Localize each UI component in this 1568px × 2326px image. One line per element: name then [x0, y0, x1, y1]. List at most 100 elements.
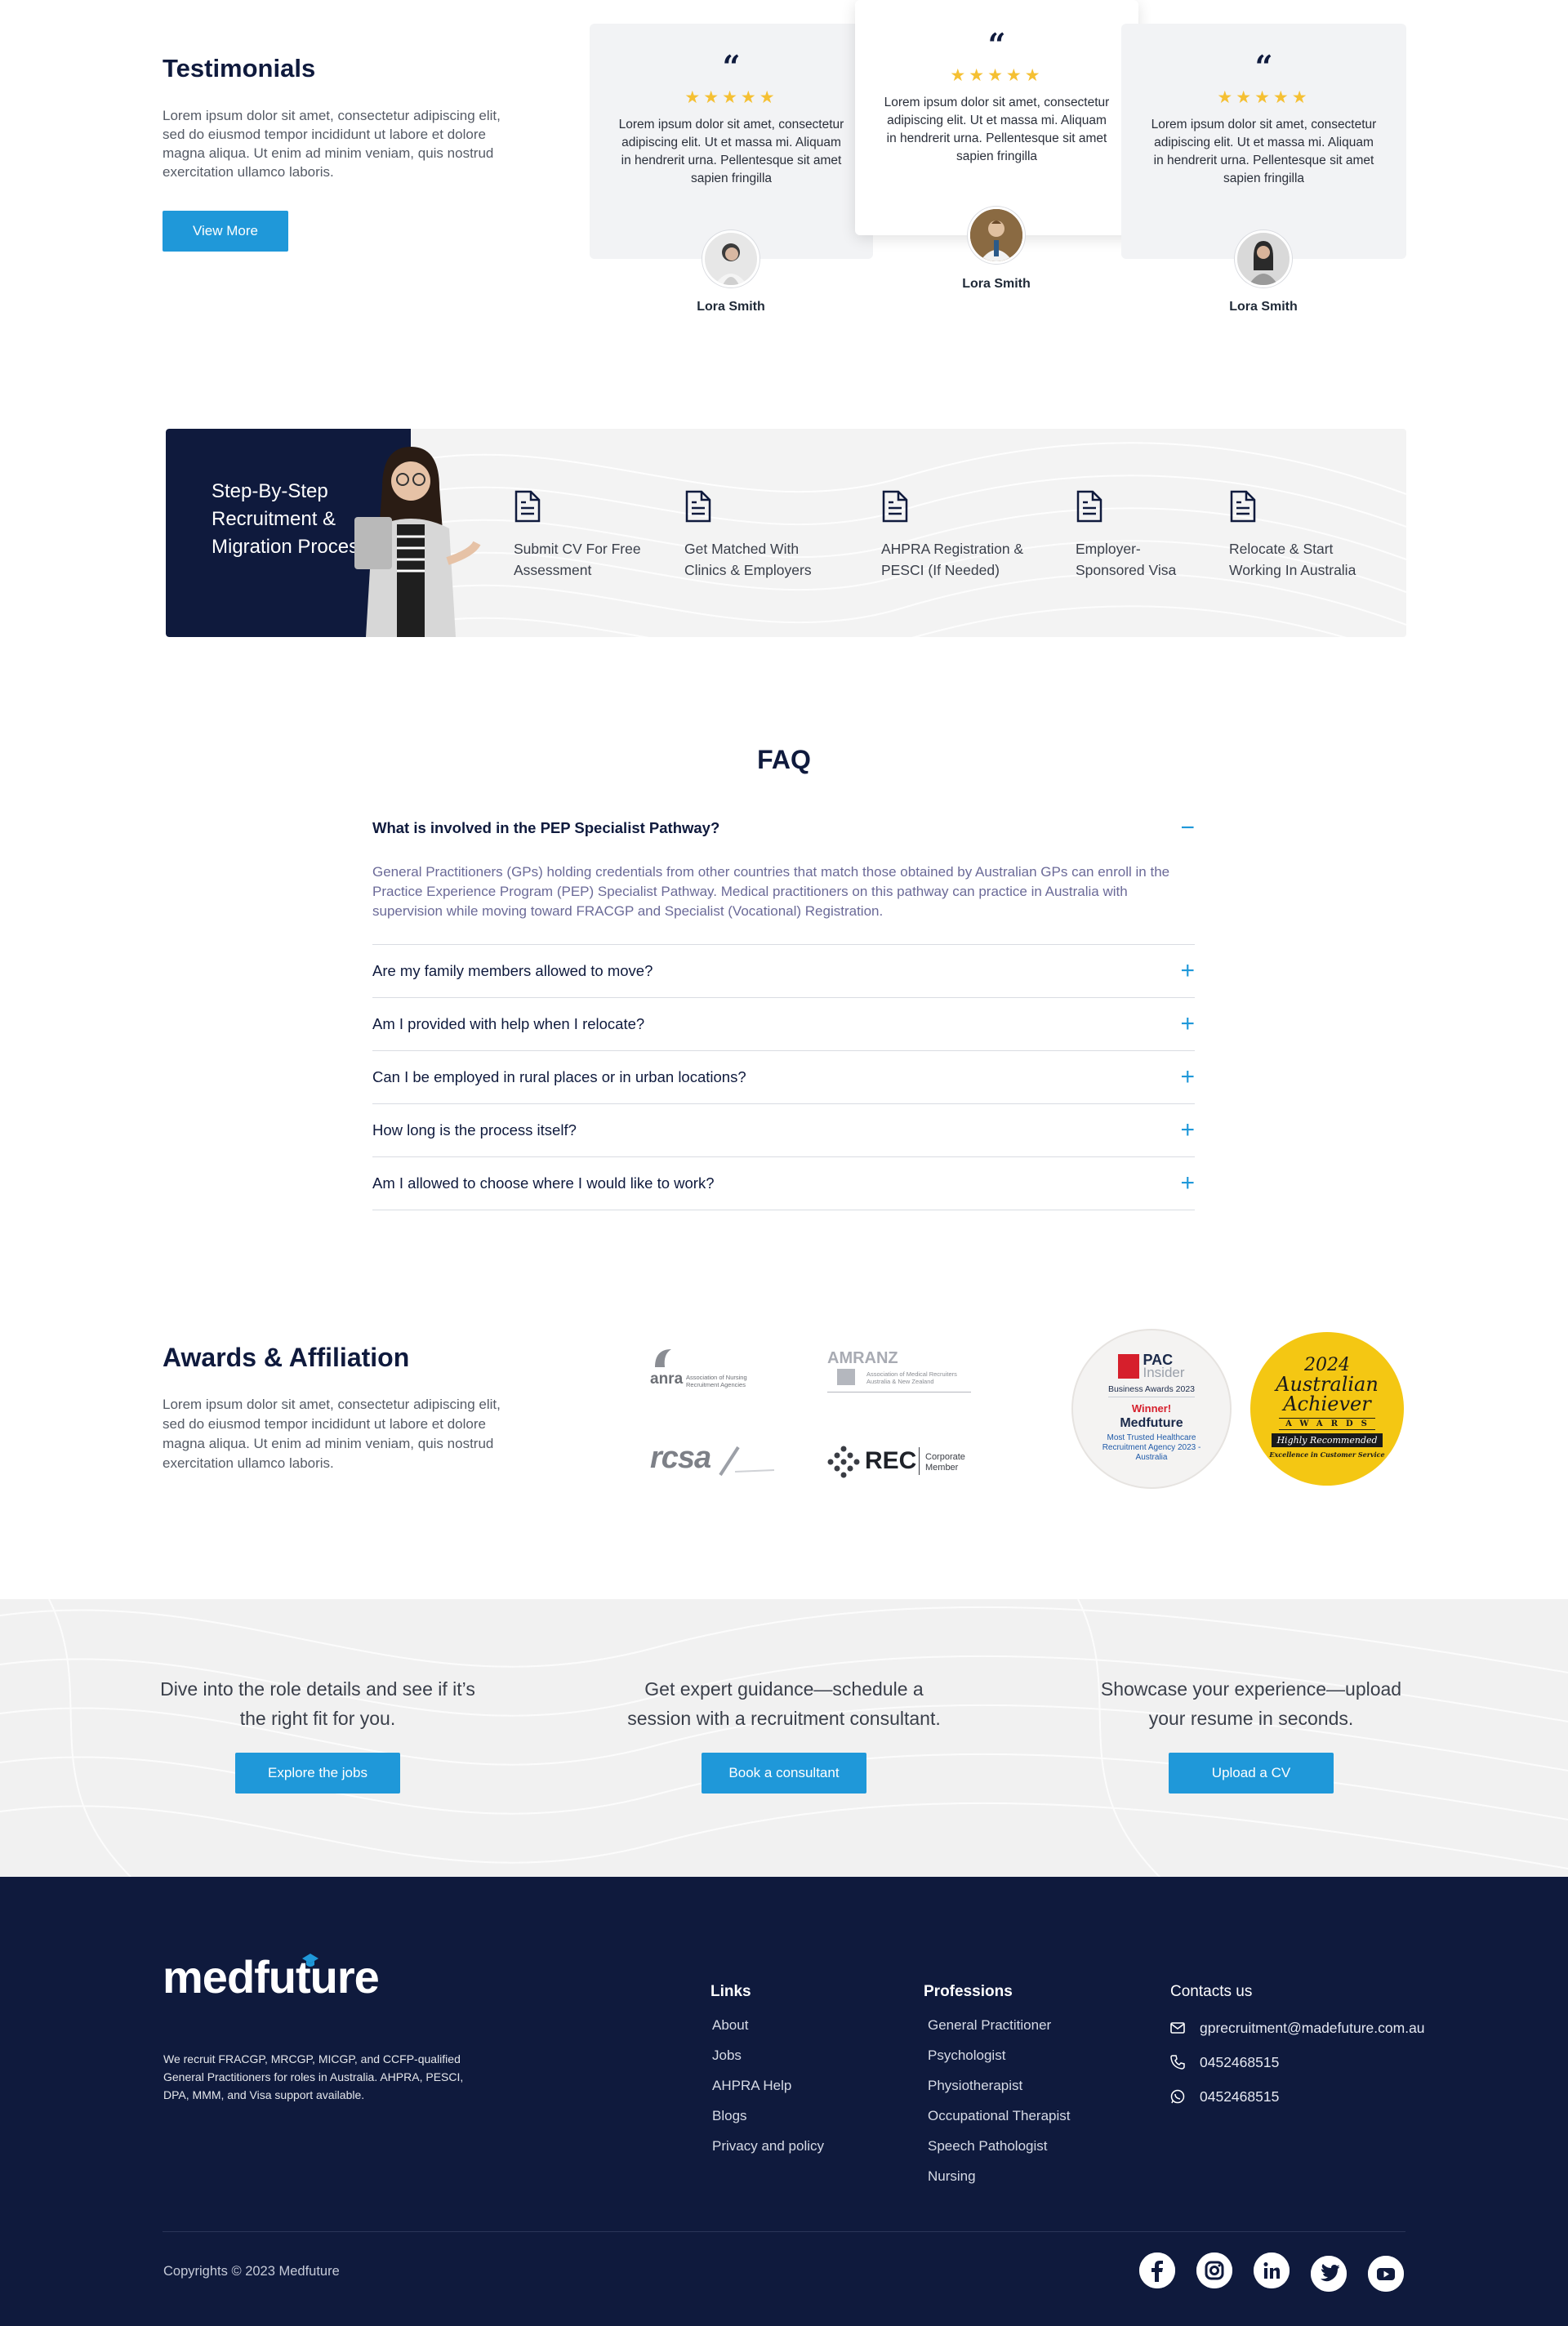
- achiever-footer: Excellence in Customer Service: [1269, 1450, 1385, 1459]
- faq-question[interactable]: What is involved in the PEP Specialist P…: [372, 809, 1195, 848]
- pac-award: Most Trusted Healthcare Recruitment Agen…: [1102, 1433, 1201, 1462]
- faq-item-open: What is involved in the PEP Specialist P…: [372, 809, 1195, 945]
- footer-phone[interactable]: 0452468515: [1170, 2045, 1489, 2079]
- testimonial-text: Lorem ipsum dolor sit amet, consectetur …: [618, 118, 844, 185]
- graduation-cap-icon: [302, 1954, 318, 1967]
- youtube-icon[interactable]: [1368, 2256, 1404, 2292]
- rec-divider: [919, 1447, 920, 1475]
- faq-question-text: What is involved in the PEP Specialist P…: [372, 819, 720, 836]
- achiever-awards: AWARDS: [1279, 1418, 1375, 1430]
- footer-email-text: gprecruitment@madefuture.com.au: [1200, 2019, 1425, 2036]
- faq-question[interactable]: Can I be employed in rural places or in …: [372, 1054, 1195, 1100]
- plus-icon[interactable]: +: [1180, 1012, 1195, 1036]
- process-step: AHPRA Registration & PESCI (If Needed): [881, 490, 1036, 581]
- achiever-recommended: Highly Recommended: [1272, 1433, 1383, 1447]
- footer-profession-link[interactable]: Psychologist: [924, 2048, 1120, 2078]
- footer-link-jobs[interactable]: Jobs: [710, 2048, 874, 2078]
- footer-whatsapp-text: 0452468515: [1200, 2088, 1280, 2105]
- process-step: Get Matched With Clinics & Employers: [684, 490, 840, 581]
- avatar: [968, 207, 1025, 264]
- faq-item[interactable]: Can I be employed in rural places or in …: [372, 1051, 1195, 1104]
- achiever-year: 2024: [1304, 1355, 1350, 1375]
- plus-icon[interactable]: +: [1180, 1171, 1195, 1196]
- medfuture-logo[interactable]: medfuture: [163, 1950, 380, 2003]
- process-step-label: AHPRA Registration & PESCI (If Needed): [881, 541, 1024, 578]
- faq-question-text: Can I be employed in rural places or in …: [372, 1068, 746, 1085]
- testimonial-card-active: “ ★★★★★ Lorem ipsum dolor sit amet, cons…: [855, 0, 1138, 235]
- pac-insider-badge: PAC Insider Business Awards 2023 Winner!…: [1073, 1330, 1230, 1487]
- plus-icon[interactable]: +: [1180, 1065, 1195, 1089]
- faq-item[interactable]: Am I allowed to choose where I would lik…: [372, 1157, 1195, 1210]
- rcsa-swoosh-icon: [719, 1446, 775, 1477]
- faq-item[interactable]: How long is the process itself? +: [372, 1104, 1195, 1157]
- footer-link-about[interactable]: About: [710, 2017, 874, 2048]
- footer-profession-link[interactable]: Speech Pathologist: [924, 2138, 1120, 2168]
- process-step: Submit CV For Free Assessment: [514, 490, 669, 581]
- minus-icon[interactable]: −: [1180, 816, 1195, 840]
- awards-description: Lorem ipsum dolor sit amet, consectetur …: [163, 1397, 501, 1471]
- instagram-icon[interactable]: [1196, 2252, 1232, 2288]
- amranz-logo: AMRANZ Association of Medical Recruiters…: [827, 1349, 973, 1395]
- consultant-photo: [354, 447, 481, 637]
- cta-text: Showcase your experience—upload your res…: [1100, 1678, 1402, 1729]
- twitter-icon[interactable]: [1311, 2256, 1347, 2292]
- plus-icon[interactable]: +: [1180, 1118, 1195, 1143]
- avatar: [1235, 230, 1292, 287]
- faq-question[interactable]: How long is the process itself? +: [372, 1107, 1195, 1153]
- facebook-icon[interactable]: [1139, 2252, 1175, 2288]
- process-step: Relocate & Start Working In Australia: [1229, 490, 1384, 581]
- footer-professions-title: Professions: [924, 1983, 1013, 2000]
- footer-profession-link[interactable]: Physiotherapist: [924, 2078, 1120, 2108]
- upload-cv-button[interactable]: Upload a CV: [1169, 1753, 1334, 1794]
- anra-mark-icon: [655, 1349, 671, 1367]
- quote-icon: “: [1254, 48, 1273, 85]
- anra-name: anra: [650, 1370, 684, 1388]
- copyright: Copyrights © 2023 Medfuture: [163, 2264, 340, 2279]
- footer-links-title: Links: [710, 1983, 751, 2000]
- linkedin-icon[interactable]: [1254, 2252, 1290, 2288]
- testimonial-name: Lora Smith: [962, 277, 1031, 291]
- amranz-name: AMRANZ: [827, 1349, 898, 1367]
- process-step-label: Employer-Sponsored Visa: [1076, 541, 1177, 578]
- cta-card: Showcase your experience—upload your res…: [1088, 1674, 1414, 1794]
- faq-item[interactable]: Are my family members allowed to move? +: [372, 945, 1195, 998]
- rating-stars: ★★★★★: [1217, 88, 1311, 107]
- achiever-line2: Achiever: [1283, 1392, 1371, 1415]
- faq-question[interactable]: Am I allowed to choose where I would lik…: [372, 1161, 1195, 1206]
- footer-phone-text: 0452468515: [1200, 2053, 1280, 2070]
- rec-mark-icon: [827, 1446, 860, 1478]
- faq-list: What is involved in the PEP Specialist P…: [372, 809, 1195, 1210]
- pac-company: Medfuture: [1120, 1416, 1183, 1430]
- cta-band: Dive into the role details and see if it…: [0, 1599, 1568, 1877]
- cta-card: Get expert guidance—schedule a session w…: [621, 1674, 947, 1794]
- footer-profession-link[interactable]: Occupational Therapist: [924, 2108, 1120, 2138]
- quote-icon: “: [987, 26, 1006, 63]
- faq-answer: General Practitioners (GPs) holding cred…: [372, 848, 1195, 945]
- footer-link-blogs[interactable]: Blogs: [710, 2108, 874, 2138]
- amranz-mark-icon: [837, 1369, 855, 1385]
- explore-jobs-button[interactable]: Explore the jobs: [235, 1753, 400, 1794]
- view-more-button[interactable]: View More: [163, 211, 288, 252]
- anra-logo: anra Association of Nursing Recruitment …: [650, 1346, 764, 1392]
- plus-icon[interactable]: +: [1180, 959, 1195, 983]
- footer-links-column: Links About Jobs AHPRA Help Blogs Privac…: [710, 1983, 874, 2168]
- footer-whatsapp[interactable]: 0452468515: [1170, 2079, 1489, 2114]
- testimonial-text: Lorem ipsum dolor sit amet, consectetur …: [1151, 118, 1377, 185]
- pac-winner: Winner!: [1131, 1402, 1172, 1415]
- footer-profession-link[interactable]: General Practitioner: [924, 2017, 1120, 2048]
- faq-question[interactable]: Are my family members allowed to move? +: [372, 948, 1195, 994]
- faq-question[interactable]: Am I provided with help when I relocate?…: [372, 1001, 1195, 1047]
- footer-email[interactable]: gprecruitment@madefuture.com.au: [1170, 2011, 1489, 2045]
- document-icon: [1076, 490, 1102, 523]
- footer-profession-link[interactable]: Nursing: [924, 2168, 1120, 2199]
- faq-item[interactable]: Am I provided with help when I relocate?…: [372, 998, 1195, 1051]
- book-consultant-button[interactable]: Book a consultant: [702, 1753, 866, 1794]
- footer-description: We recruit FRACGP, MRCGP, MICGP, and CCF…: [163, 2052, 464, 2101]
- document-icon: [514, 490, 541, 523]
- cta-text: Dive into the role details and see if it…: [160, 1678, 475, 1729]
- faq-question-text: Are my family members allowed to move?: [372, 962, 653, 979]
- footer: medfuture We recruit FRACGP, MRCGP, MICG…: [0, 1877, 1568, 2326]
- footer-link-privacy[interactable]: Privacy and policy: [710, 2138, 874, 2168]
- pac-logo: PAC Insider: [1073, 1352, 1230, 1379]
- footer-link-ahpra-help[interactable]: AHPRA Help: [710, 2078, 874, 2108]
